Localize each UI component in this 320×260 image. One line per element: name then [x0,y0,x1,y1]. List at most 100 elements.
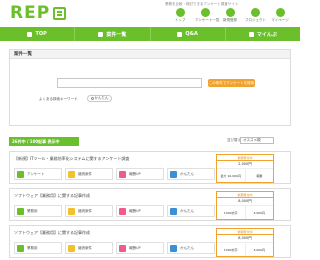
tag-pill: 報酬UP [116,168,164,180]
tag-icon [170,170,177,178]
tag-icon [119,207,126,215]
tag-icon [68,170,75,178]
tag-label: 報酬UP [129,245,141,250]
tag-icon [17,244,24,252]
job-card[interactable]: ソフトウェア【業務用】に関する記事作成 業務用 継続案件 報酬UP かんたん 依… [9,188,291,221]
logo-text: REP [10,3,51,23]
tag-label: 報酬UP [129,208,141,213]
offer-amount: 8,000円 [217,235,273,243]
tag-label: 継続案件 [78,245,92,250]
offer-detail: 最大 10,000円 [217,169,246,182]
tag-label: 継続案件 [78,171,92,176]
nav-item-top[interactable]: TOP [0,27,76,41]
results-bar: 26件中 / 100記事 表示中 並び替え オススメ順 [9,137,291,146]
nav-item-list[interactable]: 案件一覧 [75,27,151,41]
nav-label: 案件一覧 [106,31,127,38]
tag-label: 報酬UP [129,171,141,176]
header-link-label: プロジェクト [245,18,266,22]
tag-pill: アンケート [14,168,62,180]
job-card-tags: 業務用 継続案件 報酬UP かんたん [14,205,215,217]
tag-icon [17,170,24,178]
search-icon [90,97,94,100]
home-icon [27,31,33,37]
offer-box: 依頼受付中 8,000円 1000文字 3,000円 [216,191,274,220]
tag-label: かんたん [180,208,194,213]
logo-mark-icon [53,7,67,20]
keyword-tag[interactable]: かんたん [87,95,112,102]
offer-detail: 報酬 [256,173,263,178]
nav-label: Q&A [185,31,198,37]
job-card[interactable]: ソフトウェア【業務用】に関する記事作成 業務用 継続案件 報酬UP かんたん 依… [9,225,291,258]
header-link-label: アンケート一覧 [195,18,220,22]
header-link-register[interactable]: 新規登録 [220,8,240,23]
search-button-label: この条件でアンケートを検索 [208,80,255,85]
nav-item-qa[interactable]: Q&A [151,27,226,41]
keyword-label: よくある検索キーワード [39,97,78,101]
job-card[interactable]: 【新規】ITツール・業務効率化システムに関するアンケート調査 アンケート 継続案… [9,151,291,184]
sort-select[interactable]: オススメ順 [240,137,274,144]
header-link-list[interactable]: アンケート一覧 [195,8,220,23]
job-card-title[interactable]: ソフトウェア【業務用】に関する記事作成 [14,193,90,199]
header-link-label: 新規登録 [223,18,237,22]
search-panel-title: 案件一覧 [10,50,290,59]
job-card-title[interactable]: ソフトウェア【業務用】に関する記事作成 [14,230,90,236]
offer-amount: 8,000円 [217,198,273,206]
search-button[interactable]: この条件でアンケートを検索 [208,79,255,87]
job-card-tags: 業務用 継続案件 報酬UP かんたん [14,242,215,254]
offer-amount: 2,000円 [217,161,273,169]
offer-box: 依頼受付中 8,000円 1000文字 3,000円 [216,228,274,257]
offer-detail: 1000文字 [217,243,246,256]
sort-label: 並び替え [227,138,241,142]
doc-icon [250,8,260,17]
header-tagline: 業務を比較・検討できるアンケート調査サイト [165,2,239,6]
header-icon-group: トップ アンケート一覧 新規登録 プロジェクト マイページ [170,8,290,23]
header-link-top[interactable]: トップ [170,8,190,23]
header-link-project[interactable]: プロジェクト [245,8,266,23]
nav-label: TOP [35,31,47,37]
tag-label: かんたん [180,245,194,250]
tag-pill: 継続案件 [65,242,113,254]
tag-label: アンケート [27,171,45,176]
keyword-tag-label: かんたん [94,96,109,100]
search-panel: 案件一覧 この条件でアンケートを検索 よくある検索キーワード かんたん [9,49,291,126]
user-icon [248,31,254,37]
user-icon [275,8,285,17]
tag-pill: かんたん [167,168,215,180]
tag-icon [119,170,126,178]
header-link-label: マイページ [271,18,289,22]
logo[interactable]: REP [10,3,67,23]
tag-icon [119,244,126,252]
job-card-title[interactable]: 【新規】ITツール・業務効率化システムに関するアンケート調査 [14,156,129,162]
offer-detail: 3,000円 [253,247,266,252]
tag-label: 業務用 [27,245,38,250]
pen-icon [225,8,235,17]
list-icon [98,31,104,37]
tag-pill: 報酬UP [116,242,164,254]
nav-label: マイんぷ [256,31,277,38]
tag-icon [17,207,24,215]
list-icon [200,8,210,17]
qa-icon [177,31,183,37]
sort-value: オススメ順 [243,138,261,142]
tag-label: かんたん [180,171,194,176]
tag-pill: 業務用 [14,242,62,254]
offer-detail: 1000文字 [217,206,246,219]
tag-label: 業務用 [27,208,38,213]
main-nav: TOP 案件一覧 Q&A マイんぷ [0,27,300,41]
header-link-mypage[interactable]: マイページ [270,8,290,23]
tag-icon [68,207,75,215]
job-card-tags: アンケート 継続案件 報酬UP かんたん [14,168,215,180]
home-icon [175,8,185,17]
site-header: REP 業務を比較・検討できるアンケート調査サイト トップ アンケート一覧 新規… [0,0,300,26]
tag-icon [68,244,75,252]
tag-label: 継続案件 [78,208,92,213]
nav-item-mypage[interactable]: マイんぷ [226,27,300,41]
header-link-label: トップ [174,18,186,22]
tag-pill: かんたん [167,242,215,254]
tag-pill: 継続案件 [65,205,113,217]
tag-icon [170,207,177,215]
offer-box: 依頼受付中 2,000円 最大 10,000円 報酬 [216,154,274,183]
search-input[interactable] [57,78,202,88]
tag-pill: 業務用 [14,205,62,217]
offer-detail: 3,000円 [253,210,266,215]
